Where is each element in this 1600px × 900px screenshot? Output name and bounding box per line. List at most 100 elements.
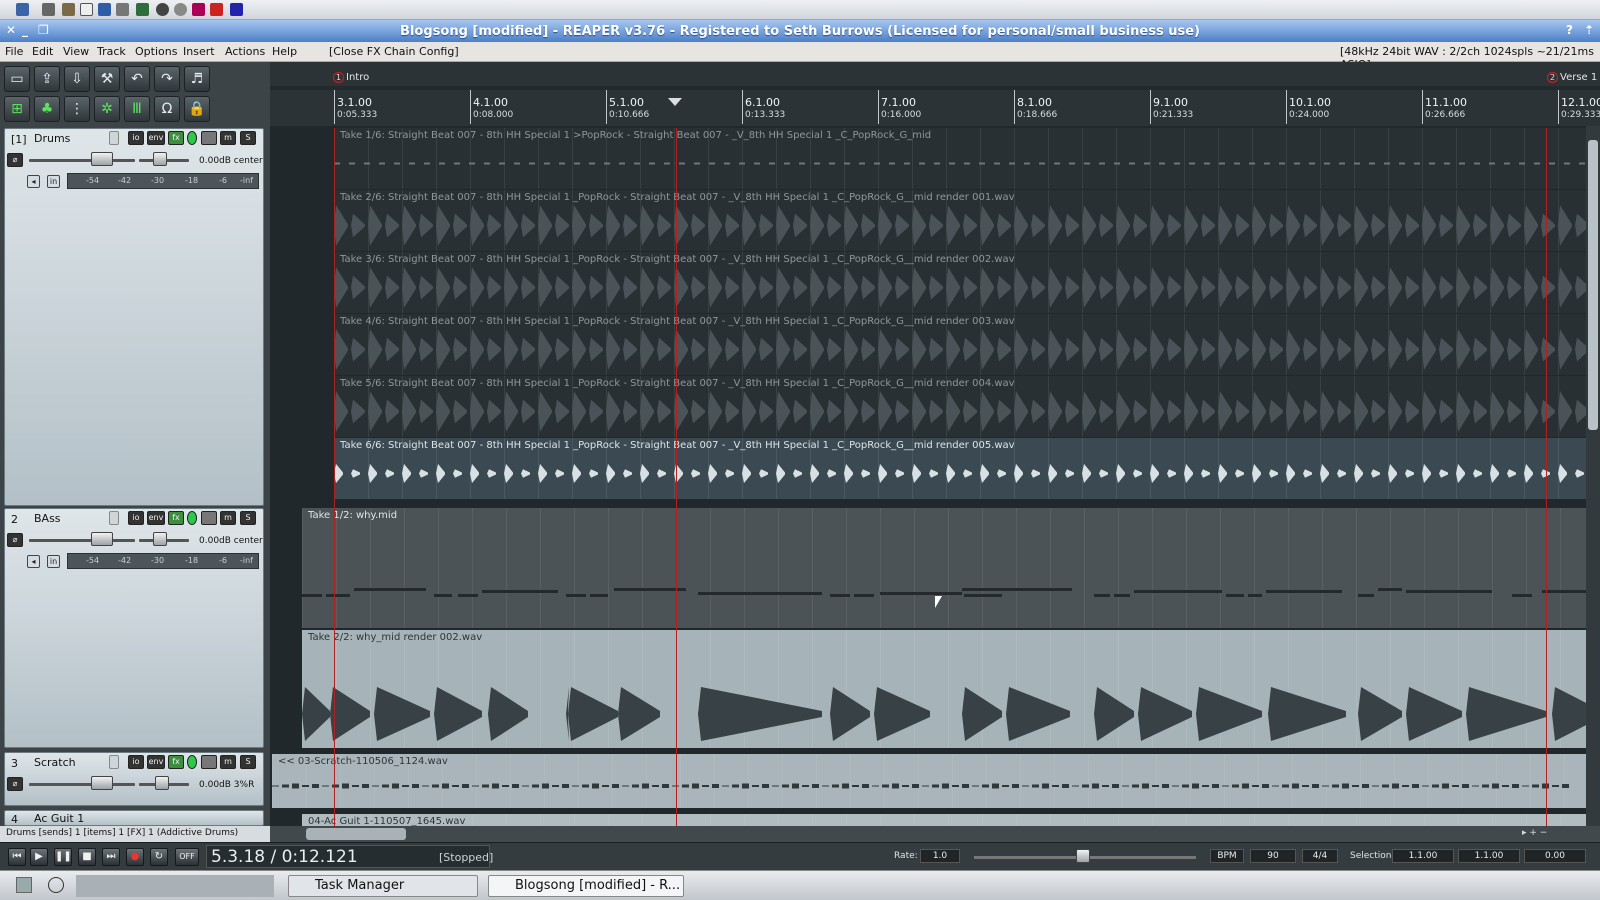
time-signature[interactable]: 4/4 xyxy=(1302,849,1338,863)
monitor-icon[interactable] xyxy=(136,3,149,16)
scratch-item[interactable]: << 03-Scratch-110506_1124.wav xyxy=(272,754,1586,808)
track-2-env-button[interactable]: env xyxy=(147,511,165,525)
track-2-name[interactable]: BAss xyxy=(31,511,121,527)
edit-cursor-head[interactable] xyxy=(668,98,682,106)
track-1-pan-knob[interactable] xyxy=(153,152,167,166)
task-manager-task[interactable]: Task Manager xyxy=(288,875,478,897)
track-3-fx-button[interactable]: fx xyxy=(168,755,184,769)
warning-icon[interactable] xyxy=(210,3,223,16)
menu-file[interactable]: File xyxy=(5,45,23,58)
menu-options[interactable]: Options xyxy=(135,45,177,58)
headphones-icon[interactable] xyxy=(230,3,243,16)
track-2-volume-knob[interactable] xyxy=(91,532,113,546)
selection-start[interactable]: 1.1.00 xyxy=(1392,849,1454,863)
bass-take-1-item[interactable]: Take 1/2: why.mid xyxy=(302,508,1586,628)
drums-take-2-item[interactable]: Take 2/6: Straight Beat 007 - 8th HH Spe… xyxy=(334,190,1586,251)
horizontal-scrollbar[interactable]: ▸ + − xyxy=(270,826,1600,842)
envelope-icon[interactable]: ✲ xyxy=(94,96,120,122)
go-to-end-button[interactable]: ⏭ xyxy=(102,848,120,866)
speaker-icon[interactable] xyxy=(116,3,129,16)
track-3-arm-icon[interactable]: ⌀ xyxy=(7,777,23,791)
track-1-solo-button[interactable]: S xyxy=(240,131,256,145)
folder-icon[interactable] xyxy=(16,877,32,893)
metronome-icon[interactable]: ♬ xyxy=(184,66,210,92)
track-1-arm-icon[interactable]: ⌀ xyxy=(7,153,23,167)
track-3-mute-button[interactable]: m xyxy=(220,755,236,769)
blogsong-task[interactable]: Blogsong [modified] - R... xyxy=(488,875,684,897)
reaper-icon[interactable] xyxy=(48,877,64,893)
track-3-phase-icon[interactable] xyxy=(201,755,217,769)
selection-length[interactable]: 0.00 xyxy=(1524,849,1586,863)
pen-icon[interactable] xyxy=(192,3,205,16)
track-3-volume-knob[interactable] xyxy=(91,776,113,790)
menu-insert[interactable]: Insert xyxy=(183,45,215,58)
track-2-phase-icon[interactable] xyxy=(201,511,217,525)
arrow-up-icon[interactable]: ⇡ xyxy=(1584,23,1594,37)
locking-icon[interactable]: Ω xyxy=(154,96,180,122)
track-2-io-button[interactable]: io xyxy=(128,511,144,525)
track-2-rec-mode-icon[interactable]: ◂ xyxy=(27,555,40,568)
stop-button[interactable]: ■ xyxy=(78,848,96,866)
track-1-phase-icon[interactable] xyxy=(201,131,217,145)
track-1-name[interactable]: Drums xyxy=(31,131,121,147)
open-project-icon[interactable]: ⇪ xyxy=(34,66,60,92)
grid-icon[interactable]: ⋮ xyxy=(64,96,90,122)
pause-button[interactable]: ❚❚ xyxy=(54,848,72,866)
horizontal-scroll-thumb[interactable] xyxy=(306,828,406,840)
bpm-value[interactable]: 90 xyxy=(1250,849,1296,863)
chart-icon[interactable] xyxy=(98,3,111,16)
menu-actions[interactable]: Actions xyxy=(225,45,265,58)
track-1-input-icon[interactable]: in xyxy=(47,175,60,188)
zoom-controls[interactable]: ▸ + − xyxy=(1522,828,1582,840)
track-3-io-button[interactable]: io xyxy=(128,755,144,769)
info-icon[interactable] xyxy=(80,3,93,16)
menu-help[interactable]: Help xyxy=(272,45,297,58)
track-1-rec-mode-icon[interactable]: ◂ xyxy=(27,175,40,188)
track-1-fx-enable-icon[interactable] xyxy=(187,131,197,145)
app-icon-1[interactable] xyxy=(42,3,55,16)
track-2-input-icon[interactable]: in xyxy=(47,555,60,568)
record-button[interactable]: ● xyxy=(126,848,144,866)
track-1-volume-knob[interactable] xyxy=(91,152,113,166)
menu-view[interactable]: View xyxy=(63,45,89,58)
repeat-button[interactable]: ↻ xyxy=(150,848,168,866)
track-2-fx-enable-icon[interactable] xyxy=(187,511,197,525)
redo-icon[interactable]: ↷ xyxy=(154,66,180,92)
rate-value[interactable]: 1.0 xyxy=(920,849,960,863)
grid-snap-icon[interactable]: ⊞ xyxy=(4,96,30,122)
timeline-ruler[interactable]: 1 Intro 2 Verse 1 3.1.00 0:05.333 4.1.00 0:08… xyxy=(270,62,1600,126)
track-1-control-panel[interactable]: [1] Drums io env fx m S ⌀ 0.00dB center … xyxy=(4,128,264,506)
track-1-io-button[interactable]: io xyxy=(128,131,144,145)
lock-icon[interactable]: 🔒 xyxy=(184,96,210,122)
track-4-control-panel[interactable]: 4 Ac Guit 1 xyxy=(4,810,264,826)
track-3-control-panel[interactable]: 3 Scratch io env fx m S ⌀ 0.00dB 3%R xyxy=(4,752,264,806)
guitar-item[interactable]: 04-Ac Guit 1-110507_1645.wav xyxy=(302,814,1586,826)
track-2-solo-button[interactable]: S xyxy=(240,511,256,525)
track-3-fx-enable-icon[interactable] xyxy=(187,755,197,769)
selection-end[interactable]: 1.1.00 xyxy=(1458,849,1520,863)
settings-wrench-icon[interactable]: ⚒ xyxy=(94,66,120,92)
record-icon[interactable] xyxy=(156,3,169,16)
menu-edit[interactable]: Edit xyxy=(32,45,53,58)
drums-take-6-item[interactable]: Take 6/6: Straight Beat 007 - 8th HH Spe… xyxy=(334,438,1586,499)
save-project-icon[interactable]: ⇩ xyxy=(64,66,90,92)
track-3-env-button[interactable]: env xyxy=(147,755,165,769)
help-icon[interactable]: ? xyxy=(1566,23,1573,37)
repeat-off-button[interactable]: OFF xyxy=(175,848,199,866)
track-2-arm-icon[interactable]: ⌀ xyxy=(7,533,23,547)
track-2-pan-knob[interactable] xyxy=(153,532,167,546)
drums-take-4-item[interactable]: Take 4/6: Straight Beat 007 - 8th HH Spe… xyxy=(334,314,1586,375)
drums-take-5-item[interactable]: Take 5/6: Straight Beat 007 - 8th HH Spe… xyxy=(334,376,1586,437)
pin-icon[interactable] xyxy=(16,3,29,16)
ripple-edit-icon[interactable]: ♣ xyxy=(34,96,60,122)
rate-slider-knob[interactable] xyxy=(1076,849,1090,863)
folder-icon[interactable] xyxy=(109,511,119,525)
track-3-pan-knob[interactable] xyxy=(155,776,169,790)
vertical-scrollbar[interactable] xyxy=(1586,126,1600,826)
track-1-fx-button[interactable]: fx xyxy=(168,131,184,145)
track-1-env-button[interactable]: env xyxy=(147,131,165,145)
track-2-fx-button[interactable]: fx xyxy=(168,511,184,525)
go-to-start-button[interactable]: ⏮ xyxy=(8,848,26,866)
marker-verse-1[interactable]: 2 Verse 1 xyxy=(1546,72,1597,86)
menu-track[interactable]: Track xyxy=(97,45,126,58)
